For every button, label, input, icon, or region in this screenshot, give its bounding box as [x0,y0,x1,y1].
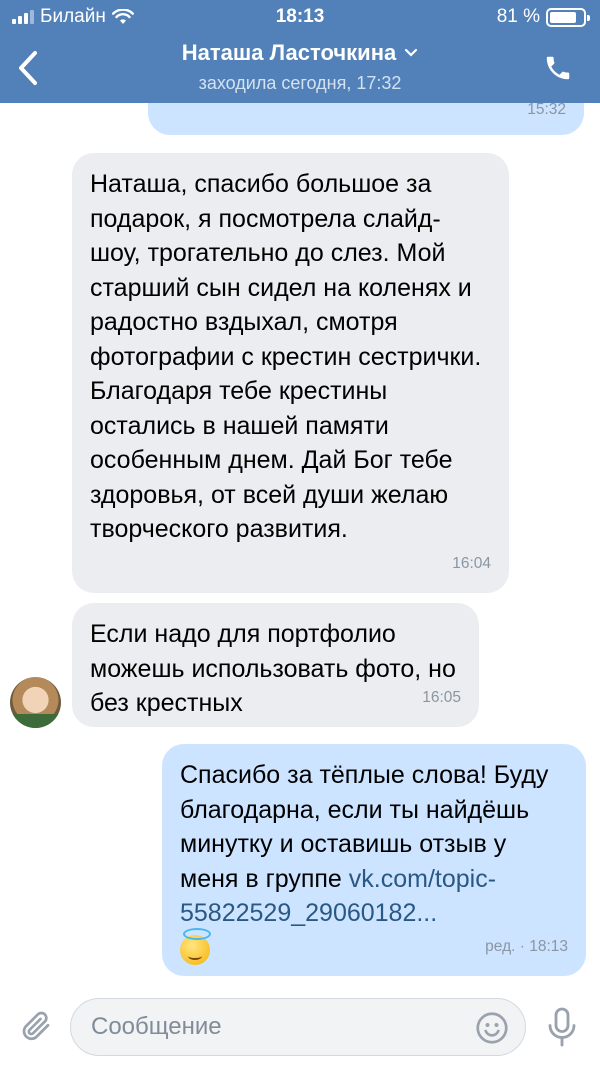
phone-icon [546,56,570,80]
message-input[interactable] [70,998,526,1056]
message-time: 16:05 [422,688,461,706]
composer [0,990,600,1066]
message-time: 15:32 [527,103,566,118]
status-right: 81 % [496,6,590,28]
voice-message-button[interactable] [544,1006,580,1048]
chevron-down-icon [405,48,418,57]
message-time: ред. · 18:13 [485,937,568,955]
battery-percent: 81 % [496,6,540,27]
back-button[interactable] [8,46,48,90]
avatar[interactable] [10,677,61,728]
message-text: Если надо для портфолио можешь использов… [90,620,456,717]
status-bar: Билайн 18:13 81 % [0,0,600,36]
chat-title[interactable]: Наташа Ласточкина заходила сегодня, 17:3… [100,40,500,94]
call-button[interactable] [538,48,578,88]
smile-icon [476,1012,508,1044]
message-bubble[interactable]: Если надо для портфолио можешь использов… [72,603,479,727]
message-bubble[interactable]: Спасибо за тёплые слова! Буду благодарна… [162,744,586,976]
contact-name: Наташа Ласточкина [181,40,397,65]
back-icon [19,51,37,85]
battery-icon [546,7,590,27]
battery-fill [550,11,576,23]
message-text: Наташа, спасибо большое за подарок, я по… [90,170,482,543]
chat-header: Билайн 18:13 81 % Наташа Ласточкина захо… [0,0,600,103]
message-bubble[interactable]: Наташа, спасибо большое за подарок, я по… [72,153,509,593]
smiling-face-with-halo-icon [180,927,211,965]
message-bubble[interactable]: 15:32 [148,103,584,135]
contact-name-row: Наташа Ласточкина [182,40,418,66]
paperclip-icon [22,1011,50,1041]
microphone-icon [548,1007,576,1047]
message-list[interactable]: 15:32 Наташа, спасибо большое за подарок… [0,103,600,983]
message-time: 16:04 [452,554,491,572]
emoji-button[interactable] [474,1010,510,1046]
attach-button[interactable] [18,1008,54,1044]
last-seen-status: заходила сегодня, 17:32 [198,73,402,93]
